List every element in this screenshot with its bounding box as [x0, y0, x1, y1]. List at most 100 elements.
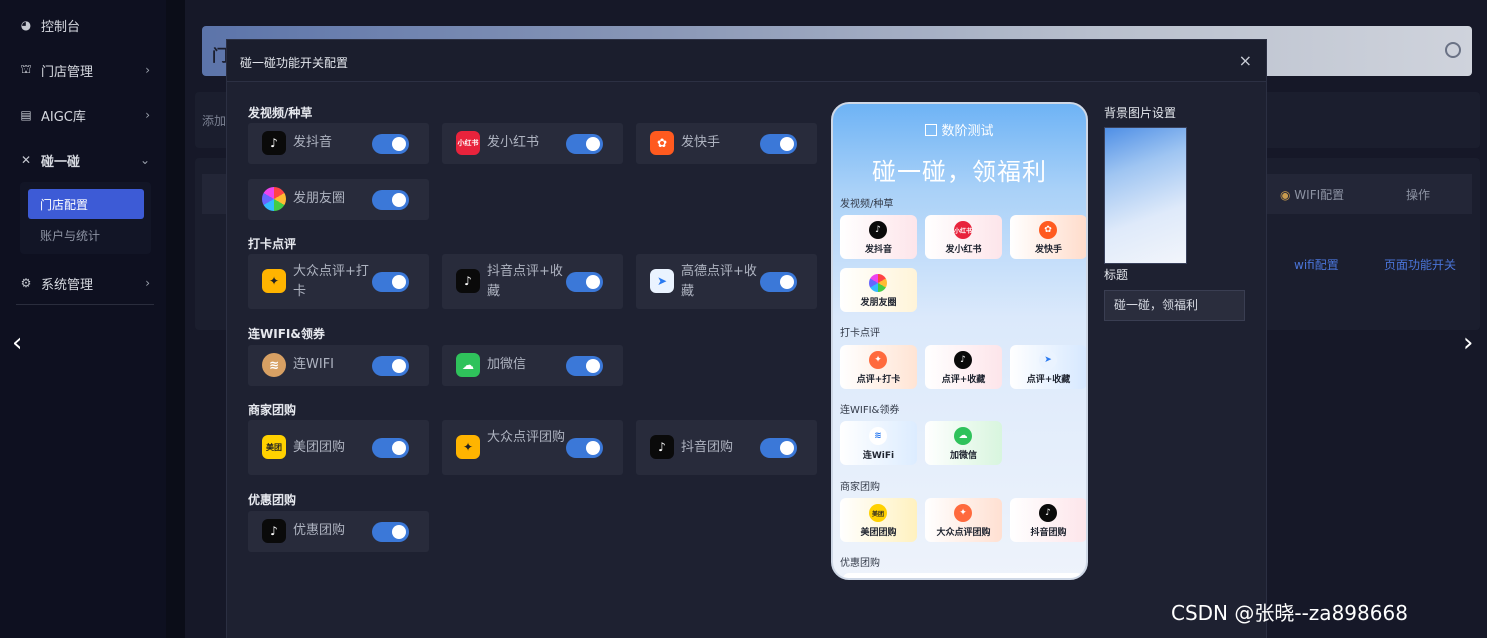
config-modal: 碰一碰功能开关配置 × 发视频/种草 ♪ 发抖音 小红书 发小红书 ✿ 发快手 … [227, 40, 1266, 638]
douyin-icon: ♪ [650, 435, 674, 459]
bg-image-thumbnail[interactable] [1104, 127, 1187, 264]
switch-label: 抖音团购 [681, 440, 734, 455]
sidebar-item-system[interactable]: ⚙ 系统管理 › [0, 263, 166, 303]
chevron-right-icon: › [145, 276, 150, 290]
douyin-icon: ♪ [262, 519, 286, 543]
preview-card[interactable]: ♪ 点评+收藏 [925, 345, 1002, 389]
preview-card[interactable]: ≋ 连WiFi [840, 421, 917, 465]
moments-icon [869, 274, 887, 292]
meituan-icon: 美团 [869, 504, 887, 522]
sidebar-item-label: 控制台 [41, 19, 81, 35]
preview-card[interactable]: ➤ 点评+收藏 [1010, 345, 1086, 389]
store-icon: ⛫ [20, 62, 32, 76]
broken-image-icon [925, 124, 938, 136]
preview-card-label: 大众点评团购 [936, 528, 991, 538]
switch-label: 发小红书 [487, 135, 540, 150]
preview-card[interactable]: ♪ 抖音团购 [1010, 498, 1086, 542]
switch-card-moments: 发朋友圈 [248, 179, 429, 220]
sidebar-submenu: 门店配置 账户与统计 [20, 182, 151, 254]
preview-card-label: 美团团购 [860, 528, 897, 538]
preview-section-title: 连WIFI&领券 [840, 405, 900, 416]
close-icon[interactable]: × [1239, 51, 1252, 70]
preview-card-label: 发快手 [1034, 245, 1062, 255]
switch-label: 大众点评团购 [487, 430, 566, 445]
tap-icon: ✕ [20, 153, 32, 167]
preview-section-title: 打卡点评 [840, 328, 880, 339]
moments-icon [262, 187, 286, 211]
gear-icon: ⚙ [20, 276, 32, 290]
preview-section-title: 优惠团购 [840, 558, 880, 569]
preview-card-label: 发小红书 [945, 245, 982, 255]
sidebar: ◕ 控制台 ⛫ 门店管理 › ▤ AIGC库 › ✕ 碰一碰 ⌄ 门店配置 账户… [0, 0, 166, 638]
modal-title: 碰一碰功能开关配置 [240, 56, 349, 70]
switch-label: 优惠团购 [293, 523, 346, 538]
phone-preview: 数阶测试 碰一碰，领福利 发视频/种草 ♪ 发抖音 小红书 发小红书 ✿ 发快手… [831, 102, 1088, 580]
preview-card[interactable]: 发朋友圈 [840, 268, 917, 312]
preview-section-title: 商家团购 [840, 482, 880, 493]
switch-label: 抖音点评+收藏 [487, 264, 563, 299]
toggle-switch[interactable] [372, 272, 409, 292]
toggle-switch[interactable] [566, 272, 603, 292]
sidebar-subitem-account-stats[interactable]: 账户与统计 [28, 220, 144, 250]
chevron-right-icon: › [145, 63, 150, 77]
title-label: 标题 [1104, 268, 1129, 282]
modal-header: 碰一碰功能开关配置 × [227, 40, 1266, 82]
toggle-switch[interactable] [372, 522, 409, 542]
toggle-switch[interactable] [372, 356, 409, 376]
preview-card[interactable]: ✦ 大众点评团购 [925, 498, 1002, 542]
chevron-down-icon: ⌄ [139, 153, 150, 167]
sidebar-item-label: 门店管理 [41, 64, 94, 80]
watermark: CSDN @张晓--za898668 [1171, 601, 1408, 625]
preview-card[interactable]: ✿ 发快手 [1010, 215, 1086, 259]
refresh-icon[interactable] [1445, 42, 1461, 58]
toggle-switch[interactable] [760, 438, 797, 458]
title-input[interactable]: 碰一碰，领福利 [1104, 290, 1245, 321]
switch-label: 连WIFI [293, 357, 334, 372]
switch-card-meituan: 美团 美团团购 [248, 420, 429, 475]
kuaishou-icon: ✿ [1039, 221, 1057, 239]
preview-card[interactable]: 小红书 发小红书 [925, 215, 1002, 259]
app-root: ◕ 控制台 ⛫ 门店管理 › ▤ AIGC库 › ✕ 碰一碰 ⌄ 门店配置 账户… [0, 0, 1487, 638]
kuaishou-icon: ✿ [650, 131, 674, 155]
preview-card-partial [843, 573, 1083, 578]
toggle-switch[interactable] [372, 438, 409, 458]
page-switch-link[interactable]: 页面功能开关 [1384, 256, 1456, 273]
toggle-switch[interactable] [566, 438, 603, 458]
preview-card[interactable]: ✦ 点评+打卡 [840, 345, 917, 389]
section-title-discount: 优惠团购 [248, 493, 297, 507]
preview-card-label: 加微信 [949, 451, 977, 461]
toggle-switch[interactable] [372, 190, 409, 210]
toggle-switch[interactable] [566, 134, 603, 154]
preview-card-label: 抖音团购 [1030, 528, 1067, 538]
toggle-switch[interactable] [760, 134, 797, 154]
sidebar-item-dashboard[interactable]: ◕ 控制台 [0, 5, 166, 45]
switch-card-discount: ♪ 优惠团购 [248, 511, 429, 552]
sidebar-item-store[interactable]: ⛫ 门店管理 › [0, 50, 166, 90]
section-title-groupbuy: 商家团购 [248, 403, 297, 417]
toggle-switch[interactable] [760, 272, 797, 292]
switch-card-douyin-review: ♪ 抖音点评+收藏 [442, 254, 623, 309]
sidebar-item-tap[interactable]: ✕ 碰一碰 ⌄ [0, 140, 166, 180]
wifi-icon: ≋ [869, 427, 887, 445]
sidebar-subitem-store-config[interactable]: 门店配置 [28, 189, 144, 219]
preview-card[interactable]: ♪ 发抖音 [840, 215, 917, 259]
printer-icon: ▤ [20, 108, 32, 122]
wifi-config-link[interactable]: wifi配置 [1294, 256, 1339, 273]
toggle-switch[interactable] [372, 134, 409, 154]
section-title-video: 发视频/种草 [248, 106, 313, 120]
preview-card[interactable]: ☁ 加微信 [925, 421, 1002, 465]
switch-card-wifi: ≋ 连WIFI [248, 345, 429, 386]
switch-label: 美团团购 [293, 440, 346, 455]
amap-icon: ➤ [650, 269, 674, 293]
sidebar-item-aigc[interactable]: ▤ AIGC库 › [0, 95, 166, 135]
toggle-switch[interactable] [566, 356, 603, 376]
switch-label: 高德点评+收藏 [681, 264, 757, 299]
preview-card-label: 点评+收藏 [1026, 375, 1071, 385]
preview-card-label: 点评+打卡 [856, 375, 901, 385]
chevron-right-icon[interactable]: › [1463, 328, 1473, 358]
preview-card[interactable]: 美团 美团团购 [840, 498, 917, 542]
switch-card-douyin-groupbuy: ♪ 抖音团购 [636, 420, 817, 475]
chevron-left-icon[interactable]: ‹ [12, 328, 22, 358]
dianping-icon: ✦ [954, 504, 972, 522]
preview-headline: 碰一碰，领福利 [872, 158, 1047, 186]
